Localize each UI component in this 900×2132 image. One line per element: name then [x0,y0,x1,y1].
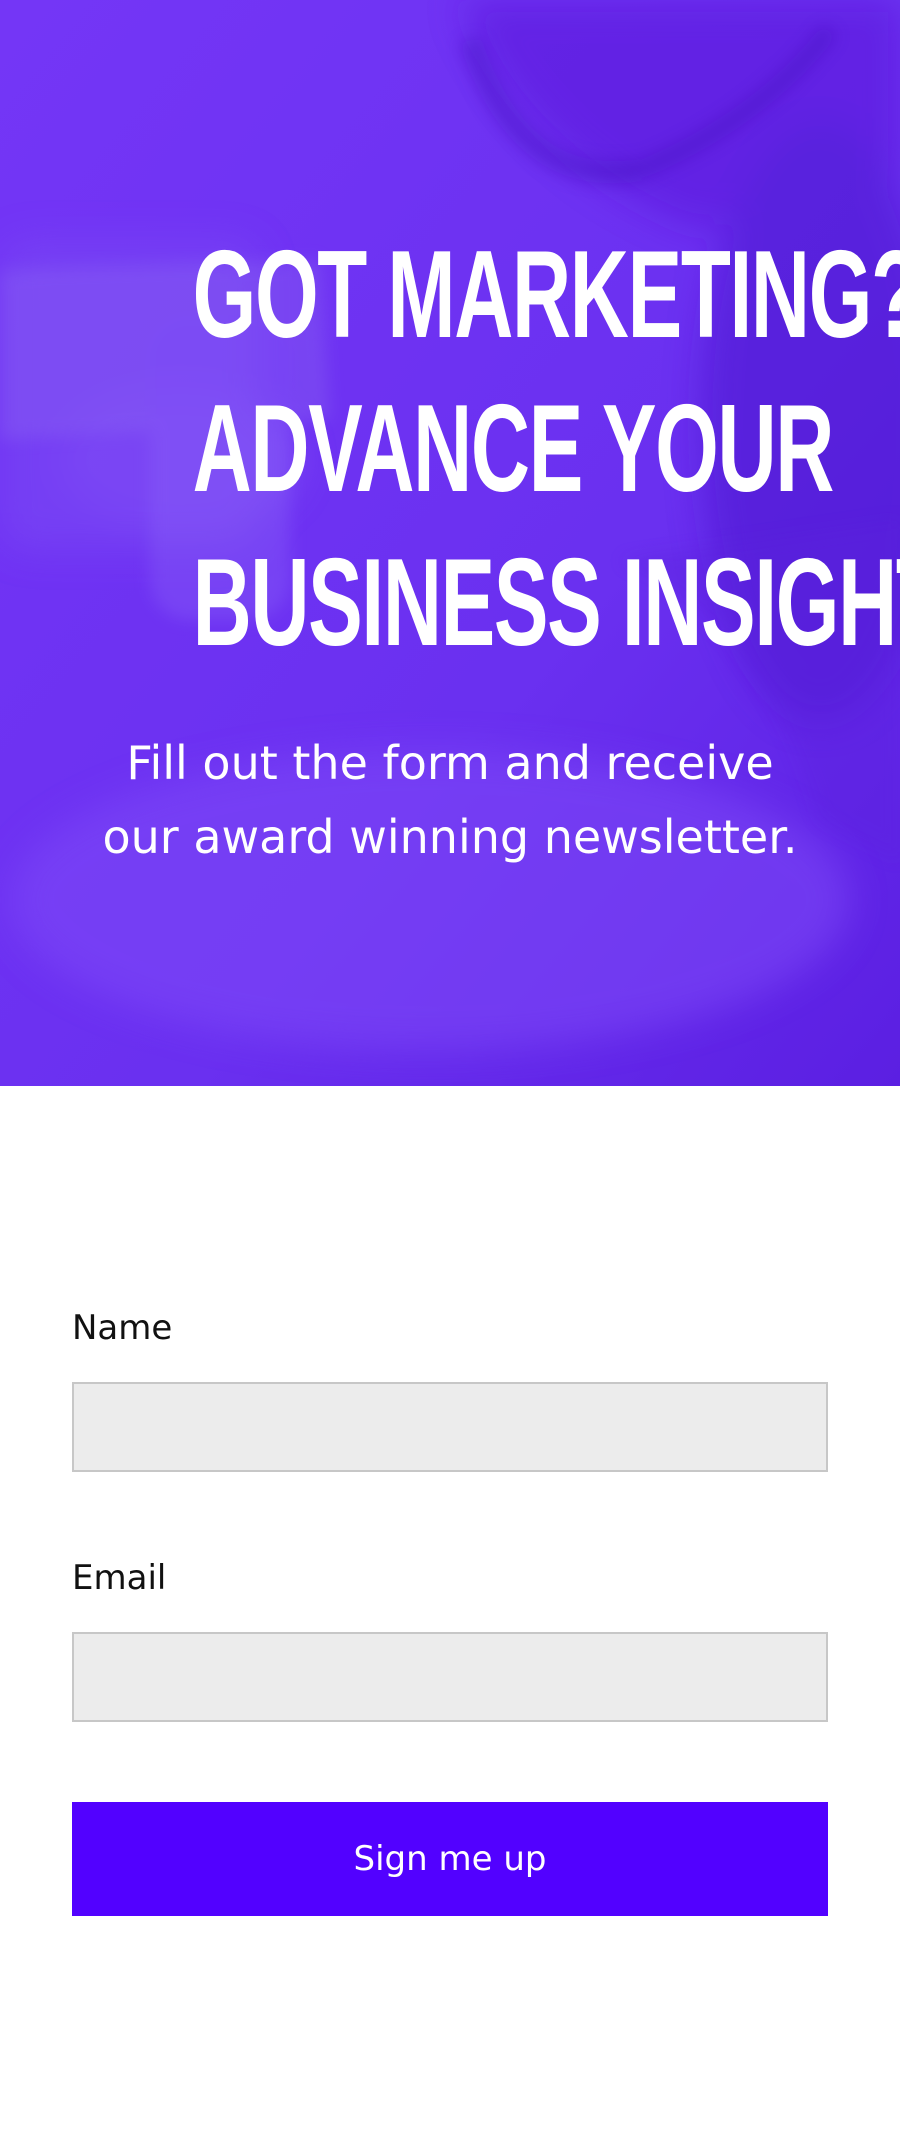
email-input[interactable] [72,1632,828,1722]
name-label: Name [72,1308,173,1348]
hero-section: GOT MARKETING? ADVANCE YOUR BUSINESS INS… [0,0,900,1086]
hero-subtext: Fill out the form and receive our award … [60,726,840,874]
subtext-line-1: Fill out the form and receive [126,736,774,790]
subtext-line-2: our award winning newsletter. [102,810,798,864]
name-input[interactable] [72,1382,828,1472]
headline-line-2: ADVANCE YOUR [192,380,835,518]
headline-line-1: GOT MARKETING? [192,226,900,364]
hero-headline: GOT MARKETING? ADVANCE YOUR BUSINESS INS… [192,218,900,680]
hero-content: GOT MARKETING? ADVANCE YOUR BUSINESS INS… [0,0,900,1086]
sign-up-button[interactable]: Sign me up [72,1802,828,1916]
email-label: Email [72,1558,167,1598]
headline-line-3: BUSINESS INSIGHT. [192,534,900,672]
